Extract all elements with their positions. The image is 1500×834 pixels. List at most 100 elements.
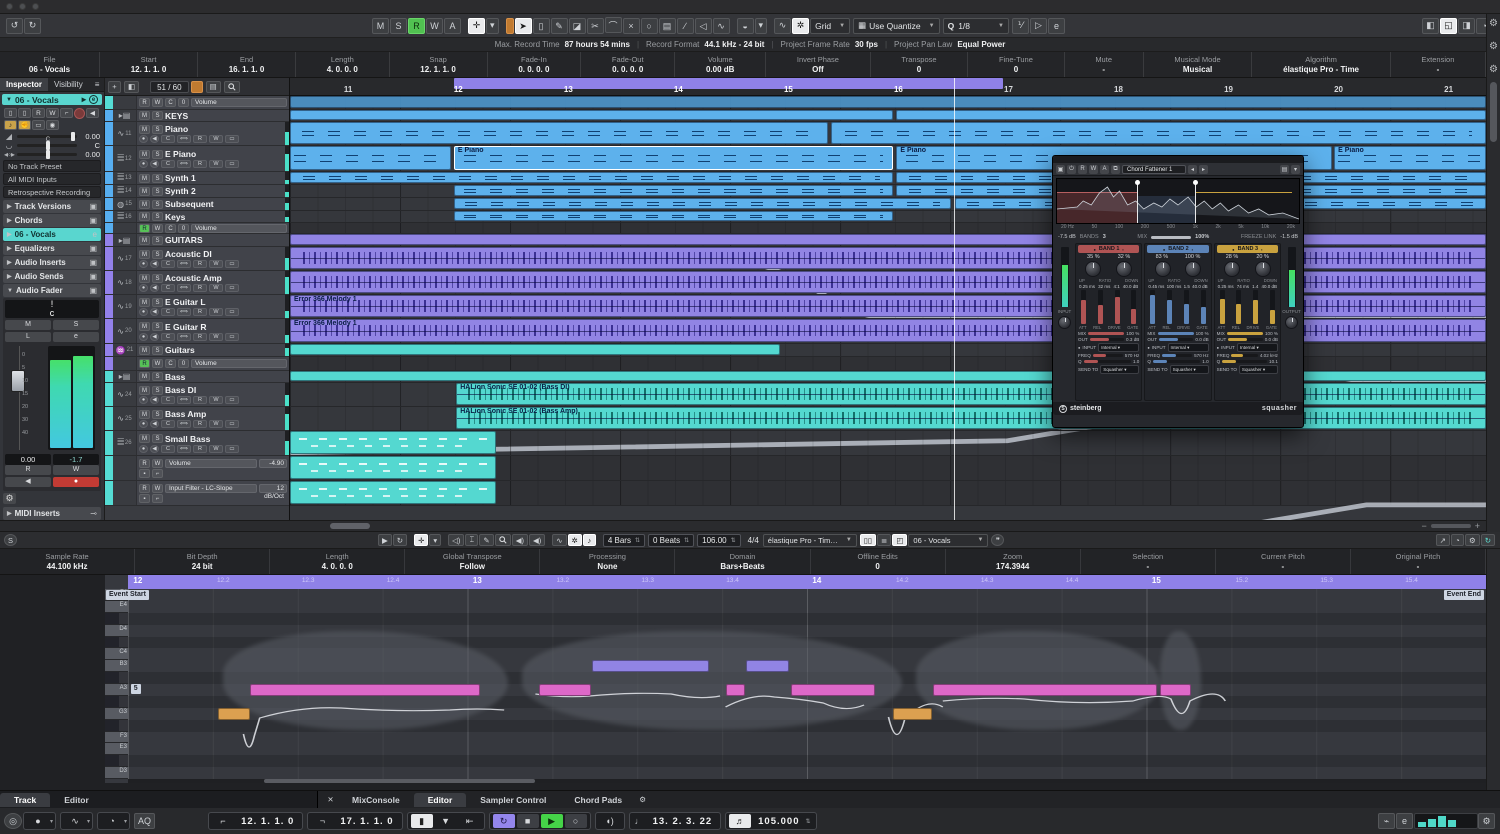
band-out-row[interactable]: OUT0.3 dB [1078,337,1139,342]
lower-zone-tab-editor[interactable]: Editor [414,793,467,807]
volume-down-icon[interactable]: ◀) [512,534,528,546]
toolbar-settings-gear-icon[interactable]: ⚙ [1489,18,1498,29]
warp-algorithm-select[interactable]: élastique Pro - Tim…▼ [763,534,857,547]
info-field-snap[interactable]: Snap12. 1. 1. 0 [390,52,488,77]
mute-button[interactable]: M [139,111,150,120]
piano-key-d3[interactable]: D3 [105,767,128,779]
track-keys[interactable]: 𝄚16MSKeys [105,211,289,223]
piano-key-cs4[interactable] [105,637,128,649]
zone-tabs-gear-icon[interactable]: ⚙ [636,794,649,806]
solo-button[interactable]: S [152,187,163,196]
show-regions-icon[interactable]: ▯▯ [860,534,876,546]
punch-in-icon[interactable]: ▮ [411,814,433,828]
inspector-tab-visibility[interactable]: Visibility [48,78,89,91]
arrange-row-volume[interactable] [290,96,1486,110]
automation-lane-volume[interactable]: RWC0Volume [105,357,289,371]
lanes-button[interactable]: ▭ [225,420,239,428]
piano-key-e4[interactable]: E4 [105,601,128,613]
event-e-piano[interactable]: E Piano [1334,146,1486,170]
freeze-button[interactable]: ⟺ [177,284,191,292]
mute-button[interactable]: M [139,200,150,209]
event[interactable] [454,211,893,221]
quantize-pitch-icon[interactable]: ♪ [583,534,596,546]
automation-r-button[interactable]: R [139,224,150,233]
zoom-in-icon[interactable]: + [1475,521,1480,531]
project-vertical-scrollbar[interactable] [1486,78,1500,520]
record-button[interactable]: ○ [565,814,587,828]
scrub-tool-icon[interactable]: ∿ [713,18,730,34]
monitor-button[interactable]: ◀ [150,420,159,428]
variaudio-segment-g3[interactable] [893,708,932,720]
up-knob[interactable] [1085,261,1101,277]
track-preset-icon[interactable]: ◧ [124,81,139,93]
variaudio-segment-a3[interactable] [1160,684,1191,696]
record-enable-button[interactable] [74,108,85,119]
close-lower-zone-icon[interactable]: ✕ [324,794,337,806]
solo-button[interactable]: S [152,298,163,307]
band-send-select[interactable]: SEND TOSquasher ▾ [1147,365,1208,374]
band-mix-row[interactable]: MIX100 % [1147,331,1208,336]
solo-button[interactable]: S [152,410,163,419]
piano-key-ds3[interactable] [105,755,128,767]
grid-type-select[interactable]: Grid▼ [810,18,850,34]
band-input-select[interactable]: ●INPUTInternal ▾ [1147,343,1208,352]
automation-lane-volume[interactable]: RWC0Volume [105,223,289,234]
mute-button[interactable]: M [139,434,150,443]
event[interactable] [290,96,1486,108]
fader-s-button[interactable]: S [53,320,99,330]
arrange-row-acoustic-di[interactable] [290,247,1486,271]
freeze-button[interactable]: ⟺ [177,308,191,316]
band-slider[interactable] [1220,290,1225,324]
variaudio-segment-a3[interactable] [539,684,591,696]
add-track-icon[interactable]: + [108,81,121,93]
lanes-button[interactable]: ▭ [225,260,239,268]
acoustic-feedback-icon[interactable]: ◁) [448,534,464,546]
left-locator[interactable]: ⌐12. 1. 1. 0 [208,812,303,830]
preset-row-no-track-preset[interactable]: No Track Preset [3,160,101,172]
select-range-icon[interactable]: ⌶ [465,534,478,546]
track-e-piano[interactable]: 𝄚12MSE Piano●◀C⟺RW▭ [105,146,289,172]
plugin-titlebar[interactable] [1053,156,1303,163]
plugin-activate-icon[interactable]: ▣ [1056,165,1065,174]
solo-button[interactable]: S [152,236,163,245]
punch-points-icon[interactable]: ⇤ [459,814,481,828]
automation-w-button[interactable]: W [426,18,443,34]
read-button[interactable]: R [193,445,207,453]
freeze-button[interactable]: ⟺ [177,420,191,428]
lanes-icon[interactable]: ▭ [32,120,45,130]
piano-key-g3[interactable]: G3 [105,708,128,720]
arrange-row-e-piano[interactable]: E PianoE PianoE Piano [290,146,1486,172]
band-q-row[interactable]: Q1.0 [1147,359,1208,364]
down-knob[interactable] [1116,261,1132,277]
plugin-ab-icon[interactable]: A [1100,165,1109,174]
arrange-row-e-guitar-r[interactable]: Error 366 Melody 1 [290,319,1486,344]
editor-info-sample-rate[interactable]: Sample Rate44.100 kHz [0,549,135,574]
independent-track-loop-icon[interactable]: ◰ [892,534,907,546]
inspector-section-track-versions[interactable]: ▶Track Versions▣ [3,200,101,213]
event-halion-sonic-se-01-02-bass-amp-[interactable]: HALion Sonic SE 01-02 (Bass Amp) [456,407,1486,429]
inspector-tab-inspector[interactable]: Inspector [0,78,48,91]
variaudio-segment-b3[interactable] [592,660,709,672]
fader-r-button[interactable]: R [5,465,51,475]
write-button[interactable]: W [209,396,223,404]
fader-w-button[interactable]: W [53,465,99,475]
arrange-row-bass[interactable] [290,371,1486,383]
snap-state-icon[interactable] [506,18,514,34]
automation-w-button[interactable]: W [152,359,163,368]
event[interactable] [290,172,893,183]
band-freq-row[interactable]: FREQ570 Hz [1078,353,1139,358]
automation-curve-button[interactable]: ⌐ [152,494,163,503]
editor-info-original-pitch[interactable]: Original Pitch- [1351,549,1486,574]
freeze-button[interactable]: ⟺ [177,333,191,341]
record-enable-button[interactable]: ● [139,260,148,268]
zoom-tool-icon[interactable]: ○ [641,18,658,34]
inspector-section-audio-fader[interactable]: ▼Audio Fader▣ [3,284,101,297]
automation-curve-button[interactable]: ⌐ [152,469,163,478]
editor-info-bit-depth[interactable]: Bit Depth24 bit [135,549,270,574]
undo-icon[interactable]: ↺ [6,18,23,34]
inspector-section-midi-inserts[interactable]: ▶MIDI Inserts⊸ [3,507,101,520]
lanes-button[interactable]: ▭ [225,396,239,404]
arrange-row-e-guitar-l[interactable]: Error 366 Melody 1 [290,295,1486,319]
info-field-fade-out[interactable]: Fade-Out0. 0. 0. 0 [581,52,675,77]
track-bass-di[interactable]: ∿24MSBass DI●◀C⟺RW▭ [105,383,289,407]
